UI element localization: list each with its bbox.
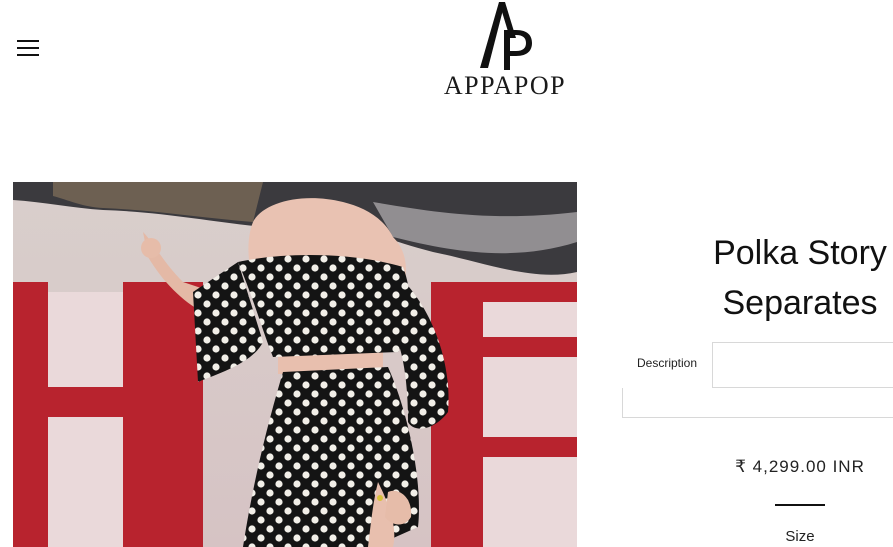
menu-line [17, 54, 39, 56]
logo-monogram-icon [480, 2, 532, 70]
section-divider [775, 504, 825, 506]
product-price: ₹ 4,299.00 INR [735, 457, 865, 476]
product-title: Polka Story Separates [690, 228, 893, 328]
logo-wordmark: APPAPOP [443, 71, 567, 100]
page: APPAPOP Polka Story Separates Descriptio… [0, 0, 893, 547]
product-image[interactable] [13, 182, 577, 547]
menu-line [17, 40, 39, 42]
product-photo [13, 182, 577, 547]
site-logo[interactable]: APPAPOP [430, 0, 580, 104]
tabs-divider [713, 387, 893, 388]
product-title-line: Polka Story [713, 234, 887, 272]
tab-description[interactable]: Description [622, 342, 713, 388]
product-title-line: Separates [722, 284, 878, 322]
hamburger-menu-icon[interactable] [17, 40, 39, 56]
size-label: Size [785, 528, 815, 545]
menu-line [17, 47, 39, 49]
